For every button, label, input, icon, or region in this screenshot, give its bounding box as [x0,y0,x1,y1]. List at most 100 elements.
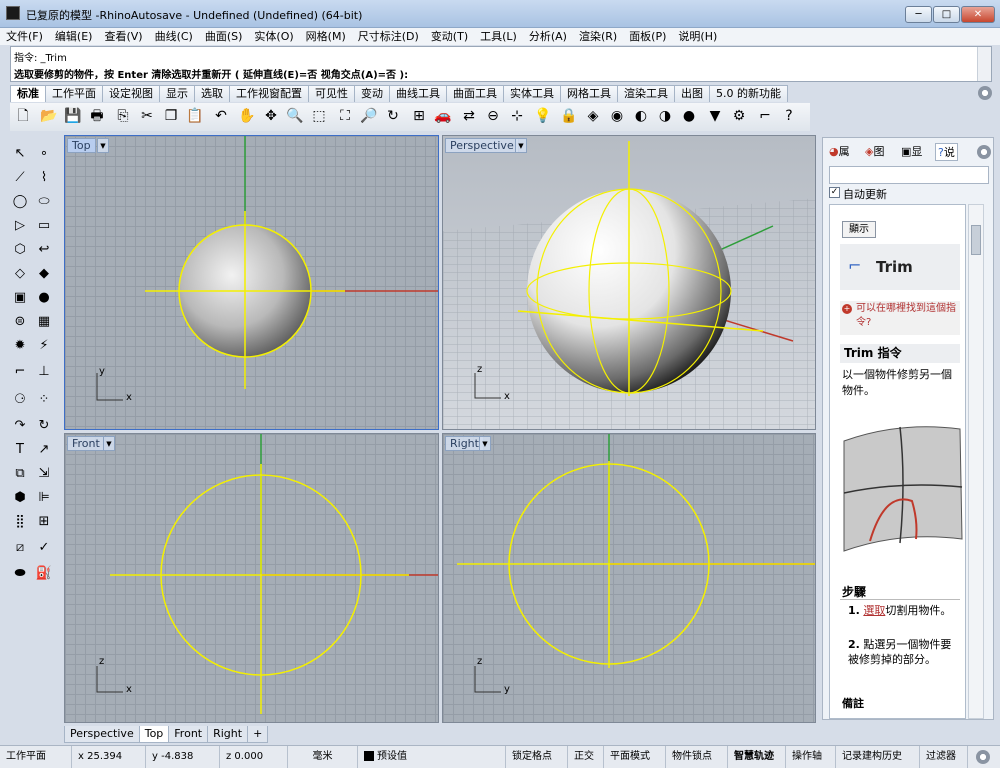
viewport-menu-chevron-icon[interactable]: ▼ [97,138,109,153]
lock-icon[interactable]: 🔒 [560,107,578,125]
print-icon[interactable]: 🖶 [88,107,106,125]
render-sphere-icon[interactable]: ● [680,107,698,125]
toolbar-settings-gear-icon[interactable] [978,86,992,100]
wireframe-sphere-icon[interactable]: ◐ [632,107,650,125]
block-icon[interactable]: ⬢ [10,488,30,508]
viewport-label-perspective[interactable]: Perspective [445,138,519,153]
viewport-label-top[interactable]: Top [67,138,96,153]
status-gumball[interactable]: 操作轴 [786,746,836,768]
command-scrollbar[interactable] [977,47,991,81]
vtab-top[interactable]: Top [138,726,170,743]
polyline-icon[interactable]: ⟋ [10,168,30,188]
menu-dimension[interactable]: 尺寸标注(D) [352,28,425,45]
save-icon[interactable]: 💾 [64,107,82,125]
status-cplane[interactable]: 工作平面 [0,746,72,768]
panel-search-input[interactable] [829,166,989,184]
check-icon[interactable]: ✓ [34,538,54,558]
circle-icon[interactable]: ◯ [10,192,30,212]
status-grid-snap[interactable]: 锁定格点 [506,746,568,768]
menu-edit[interactable]: 编辑(E) [49,28,99,45]
select-all-icon[interactable]: ⇄ [460,107,478,125]
new-file-icon[interactable]: 🗋 [14,107,32,125]
status-osnap[interactable]: 物件锁点 [666,746,728,768]
mesh-icon[interactable]: ▦ [34,312,54,332]
tab-solid-tools[interactable]: 实体工具 [503,85,561,102]
cplane-icon[interactable]: 🚗 [434,107,452,125]
group-icon[interactable]: ⧉ [10,464,30,484]
tab-surface-tools[interactable]: 曲面工具 [446,85,504,102]
where-to-find-link[interactable]: 可以在哪裡找到這個指令? [856,302,958,330]
command-prompt[interactable]: 选取要修剪的物件，按 Enter 清除选取并重新开 ( 延伸直线(E)=否 视角… [14,66,408,81]
help-scrollbar[interactable] [968,204,984,719]
spotlight-icon[interactable]: ▼ [706,107,724,125]
command-area[interactable]: 指令: _Trim 选取要修剪的物件，按 Enter 清除选取并重新开 ( 延伸… [10,46,992,82]
viewport-menu-chevron-icon[interactable]: ▼ [479,436,491,451]
panel-tab-display[interactable]: ▣显 [899,143,924,161]
select-arrow-icon[interactable]: ↖ [10,144,30,164]
sun-render-icon[interactable]: ✹ [10,336,30,356]
explode-icon[interactable]: ⇲ [34,464,54,484]
paint-bucket-icon[interactable]: ⛽ [34,564,54,584]
osnap-icon[interactable]: ⊹ [508,107,526,125]
tab-select[interactable]: 选取 [194,85,230,102]
light-bulb-icon[interactable]: 💡 [534,107,552,125]
show-button[interactable]: 顯示 [842,221,876,238]
panel-tab-layers[interactable]: ◈图 [863,143,886,161]
open-file-icon[interactable]: 📂 [40,107,58,125]
status-smarttrack[interactable]: 智慧轨迹 [728,746,786,768]
viewport-perspective[interactable]: z x Perspective ▼ [442,135,816,430]
tab-mesh-tools[interactable]: 网格工具 [560,85,618,102]
analyze-icon[interactable]: ⊞ [34,512,54,532]
spotlight-tool-icon[interactable]: ⚡ [34,336,54,356]
add-viewport-tab-button[interactable]: + [247,726,269,743]
help-scroll-thumb[interactable] [971,225,981,255]
status-units[interactable]: 毫米 [288,746,358,768]
color-wheel-icon[interactable]: ◉ [608,107,626,125]
split-icon[interactable]: ⊥ [34,362,54,382]
minimize-button[interactable]: ─ [905,6,932,23]
tab-drafting[interactable]: 出图 [674,85,710,102]
tab-render-tools[interactable]: 渲染工具 [617,85,675,102]
tab-cplanes[interactable]: 工作平面 [45,85,103,102]
text-icon[interactable]: T [10,440,30,460]
undo-view-icon[interactable]: ↻ [384,107,402,125]
options-gear-icon[interactable]: ⚙ [730,107,748,125]
rhino-app-icon[interactable] [6,6,20,20]
vtab-front[interactable]: Front [168,726,209,743]
status-settings-gear-icon[interactable] [976,750,990,764]
osnap-toggle-icon[interactable]: ⌐ [756,107,774,125]
menu-file[interactable]: 文件(F) [0,28,49,45]
dimension-icon[interactable]: ↗ [34,440,54,460]
extrude-surface-icon[interactable]: ◆ [34,264,54,284]
cut-icon[interactable]: ✂ [138,107,156,125]
tab-curve-tools[interactable]: 曲线工具 [389,85,447,102]
menu-panels[interactable]: 面板(P) [623,28,672,45]
zoom-icon[interactable]: 🔍 [286,107,304,125]
where-to-find-box[interactable]: + 可以在哪裡找到這個指令? [840,301,960,335]
maximize-button[interactable]: □ [933,6,960,23]
box-icon[interactable]: ▣ [10,288,30,308]
rotate-view-icon[interactable]: ✥ [262,107,280,125]
pan-hand-icon[interactable]: ✋ [238,107,256,125]
offset-curve-icon[interactable]: ⬡ [10,240,30,260]
tab-visibility[interactable]: 可见性 [308,85,355,102]
analyze-curve-icon[interactable]: ⧄ [10,538,30,558]
viewport-right[interactable]: z y Right ▼ [442,433,816,723]
viewport-front[interactable]: z x Front ▼ [64,433,439,723]
render-materials-icon[interactable]: ⬬ [10,564,30,584]
move-icon[interactable]: ↷ [10,416,30,436]
paste-icon[interactable]: 📋 [186,107,204,125]
layer-icon[interactable]: ◈ [584,107,602,125]
zoom-selected-icon[interactable]: 🔎 [360,107,378,125]
status-ortho[interactable]: 正交 [568,746,604,768]
boolean-union-icon[interactable]: ⚆ [10,390,30,410]
panel-tab-help[interactable]: ?说 [935,143,958,161]
polygon-icon[interactable]: ▷ [10,216,30,236]
menu-help[interactable]: 说明(H) [672,28,723,45]
rotate-icon[interactable]: ↻ [34,416,54,436]
select-link[interactable]: 選取 [863,604,885,617]
menu-view[interactable]: 查看(V) [98,28,148,45]
menu-tools[interactable]: 工具(L) [474,28,523,45]
status-planar[interactable]: 平面模式 [604,746,666,768]
menu-solid[interactable]: 实体(O) [248,28,299,45]
